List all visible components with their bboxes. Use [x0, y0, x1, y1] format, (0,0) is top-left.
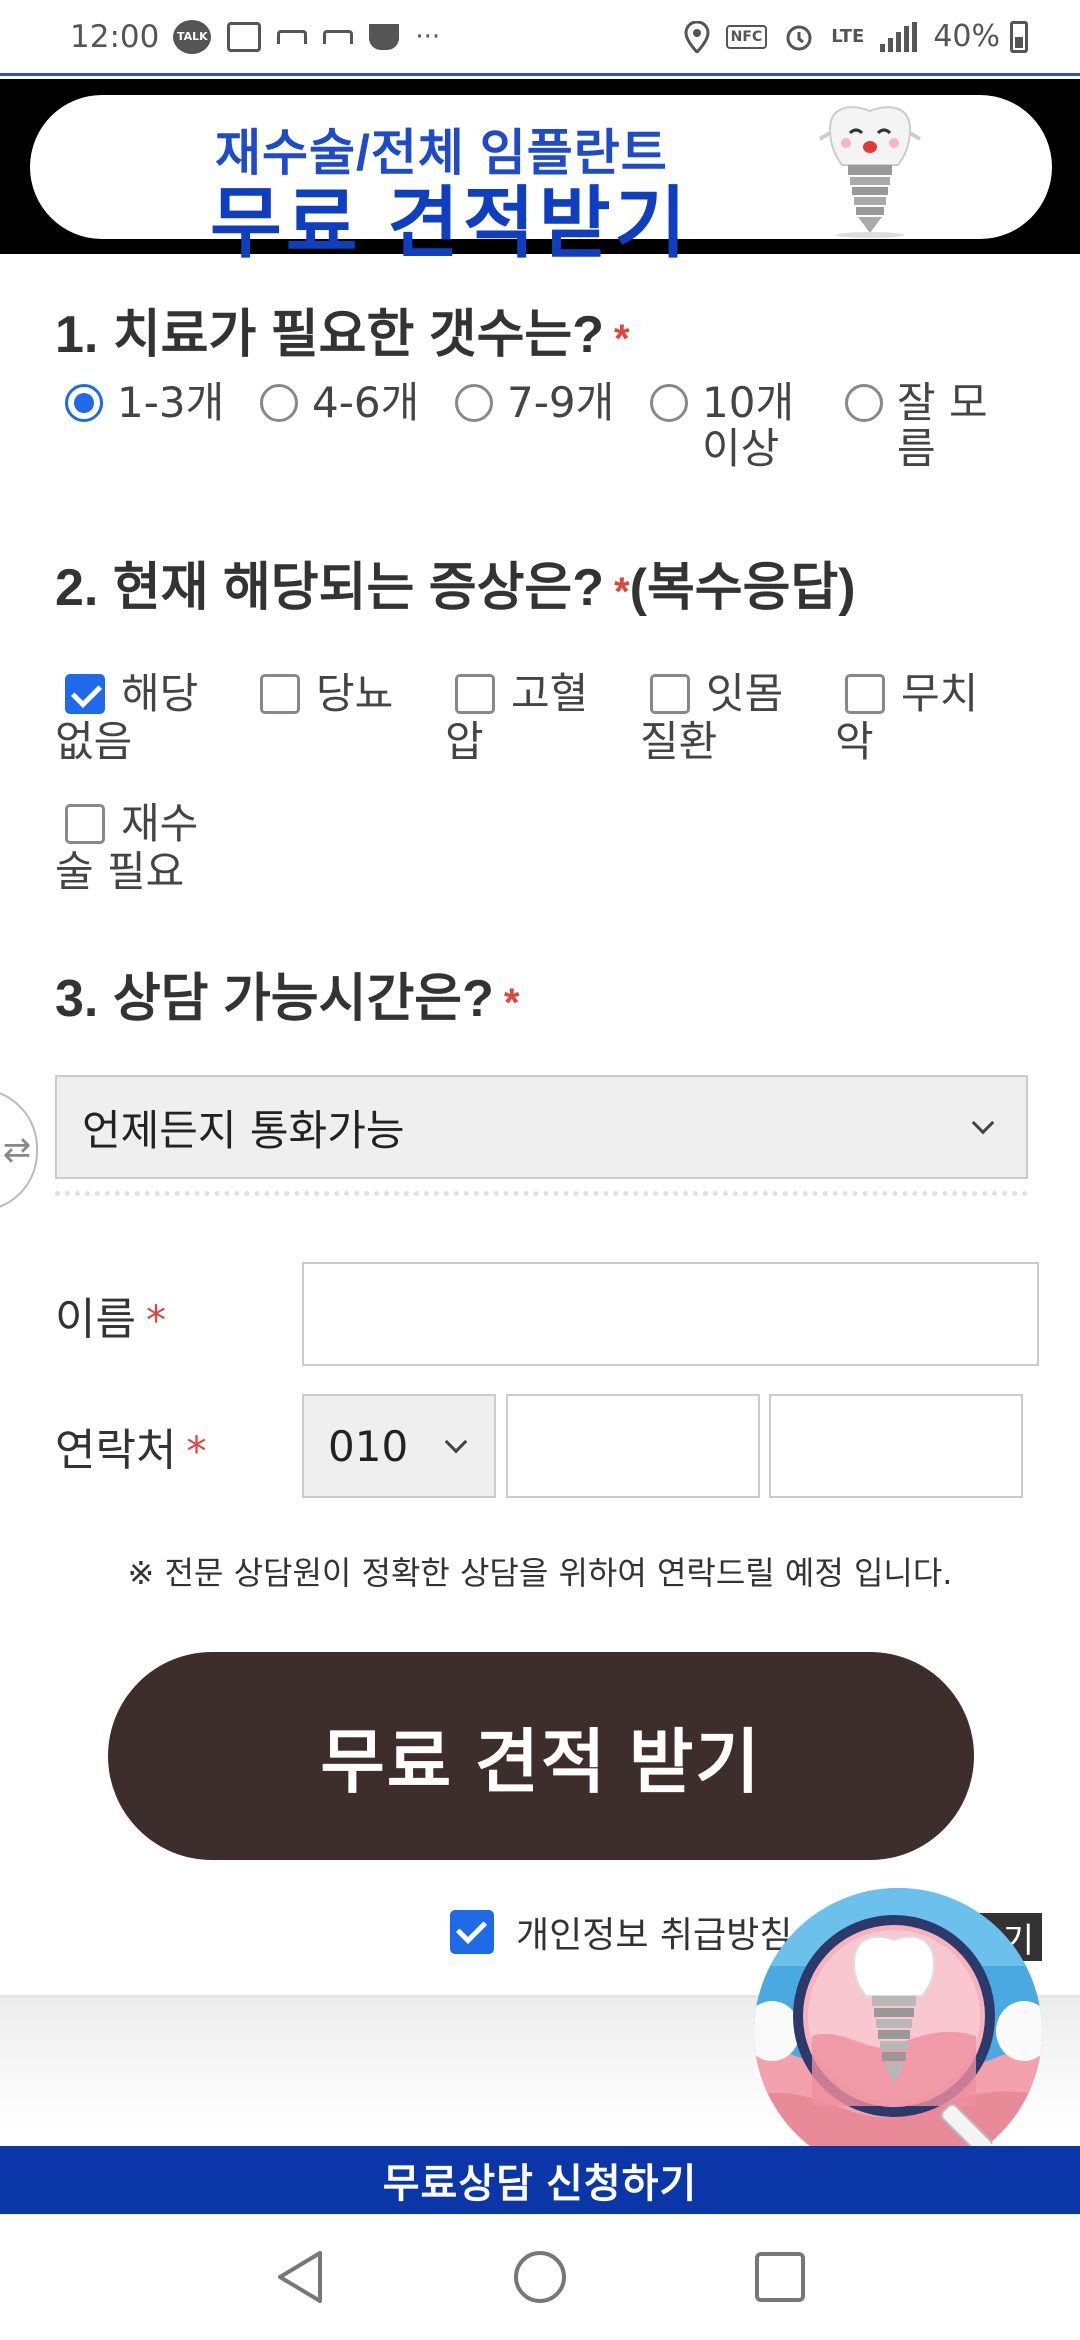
- radio-option-unsure[interactable]: 잘 모름: [835, 380, 1035, 472]
- phone-last-input[interactable]: [769, 1394, 1023, 1498]
- promo-banner[interactable]: 재수술/전체 임플란트 무료 견적받기: [0, 79, 1080, 267]
- radio-button[interactable]: [455, 384, 493, 422]
- radio-button[interactable]: [260, 384, 298, 422]
- banner-title: 무료 견적받기: [210, 179, 691, 267]
- checkbox-label: 당뇨: [316, 669, 394, 718]
- tooth-mascot-icon: [818, 106, 922, 238]
- status-time: 12:00: [70, 18, 160, 55]
- question-1-text: 1. 치료가 필요한 갯수는?: [55, 306, 605, 364]
- network-type: LTE: [831, 26, 865, 47]
- required-mark: *: [614, 570, 630, 614]
- recents-icon[interactable]: [750, 2247, 810, 2307]
- more-notifications: ···: [415, 21, 441, 52]
- battery-percent: 40%: [933, 19, 1000, 54]
- required-mark: *: [145, 1298, 166, 1344]
- phone-middle-input[interactable]: [506, 1394, 760, 1498]
- radio-option-4-6[interactable]: 4-6개: [250, 380, 445, 472]
- talk-icon: TALK: [173, 19, 212, 54]
- implant-magnifier-icon[interactable]: [752, 1886, 1044, 2178]
- name-label: 이름 *: [55, 1283, 166, 1347]
- radio-option-7-9[interactable]: 7-9개: [445, 380, 640, 472]
- swap-icon[interactable]: ⇄: [0, 1088, 38, 1212]
- radio-option-1-3[interactable]: 1-3개: [55, 380, 250, 472]
- battery-icon: [1010, 20, 1028, 53]
- free-consult-bar[interactable]: 무료상담 신청하기: [0, 2146, 1080, 2214]
- radio-label: 4-6개: [312, 378, 420, 427]
- banner-pill: 재수술/전체 임플란트 무료 견적받기: [30, 95, 1052, 267]
- notification-icon: [277, 29, 308, 44]
- radio-label: 1-3개: [117, 378, 225, 427]
- consult-time-value: 언제든지 통화가능: [82, 1105, 405, 1155]
- radio-label: 잘 모름: [897, 378, 988, 473]
- checkbox[interactable]: [65, 804, 105, 844]
- privacy-checkbox[interactable]: [450, 1910, 494, 1954]
- checkbox-option-none[interactable]: 해당없음: [55, 670, 215, 766]
- radio-button[interactable]: [845, 384, 883, 422]
- required-mark: *: [614, 317, 630, 361]
- radio-label: 10개 이상: [702, 378, 795, 473]
- checkbox-option-hypertension[interactable]: 고혈압: [445, 670, 605, 766]
- question-1-title: 1. 치료가 필요한 갯수는? *: [55, 292, 630, 367]
- chevron-down-icon: [971, 1111, 995, 1135]
- question-2-title: 2. 현재 해당되는 증상은? *(복수응답): [55, 545, 856, 620]
- checkbox[interactable]: [260, 674, 300, 714]
- divider: [55, 1191, 1028, 1196]
- name-input[interactable]: [302, 1262, 1039, 1366]
- radio-label: 7-9개: [507, 378, 615, 427]
- radio-option-10-plus[interactable]: 10개 이상: [640, 380, 835, 472]
- phone-prefix-select[interactable]: 010: [302, 1394, 496, 1498]
- checkbox[interactable]: [455, 674, 495, 714]
- checkbox[interactable]: [650, 674, 690, 714]
- checkbox-option-edentulous[interactable]: 무치악: [835, 670, 995, 766]
- home-icon[interactable]: [510, 2247, 570, 2307]
- required-mark: *: [186, 1429, 207, 1475]
- consult-time-select[interactable]: 언제든지 통화가능: [55, 1075, 1028, 1179]
- android-nav-bar: [0, 2214, 1080, 2340]
- question-3-title: 3. 상담 가능시간은? *: [55, 956, 519, 1031]
- checkbox-option-gum-disease[interactable]: 잇몸질환: [640, 670, 800, 766]
- nfc-icon: NFC: [725, 24, 768, 49]
- required-mark: *: [503, 981, 520, 1025]
- back-icon[interactable]: [270, 2247, 330, 2307]
- phone-label: 연락처 *: [55, 1414, 206, 1478]
- chat-icon: [227, 21, 262, 52]
- contact-notice: ※ 전문 상담원이 정확한 상담을 위하여 연락드릴 예정 입니다.: [127, 1554, 953, 1592]
- privacy-consent[interactable]: 개인정보 취급방침: [450, 1906, 792, 1958]
- checkbox-option-diabetes[interactable]: 당뇨: [250, 670, 410, 718]
- checkbox-option-reoperation[interactable]: 재수술 필요: [55, 800, 215, 896]
- name-label-text: 이름: [55, 1294, 136, 1345]
- radio-button[interactable]: [650, 384, 688, 422]
- count-radio-group: 1-3개 4-6개 7-9개 10개 이상 잘 모름: [55, 380, 1045, 472]
- free-quote-button[interactable]: 무료 견적 받기: [108, 1652, 974, 1860]
- checkbox[interactable]: [845, 674, 885, 714]
- phone-prefix-value: 010: [328, 1421, 409, 1471]
- question-3-text: 3. 상담 가능시간은?: [55, 970, 494, 1028]
- question-2-text: 2. 현재 해당되는 증상은?: [55, 559, 605, 617]
- location-icon: [684, 20, 710, 53]
- notification-icon: [323, 29, 354, 44]
- radio-button[interactable]: [65, 384, 103, 422]
- checkbox[interactable]: [65, 674, 105, 714]
- phone-label-text: 연락처: [55, 1425, 177, 1476]
- privacy-label: 개인정보 취급방침: [516, 1915, 793, 1956]
- alarm-icon: [783, 21, 815, 53]
- question-2-suffix: (복수응답): [629, 559, 856, 617]
- status-bar: 12:00 TALK ··· NFC LTE 40%: [0, 0, 1080, 76]
- chevron-down-icon: [444, 1430, 468, 1454]
- cup-icon: [369, 23, 400, 50]
- signal-icon: [880, 21, 918, 52]
